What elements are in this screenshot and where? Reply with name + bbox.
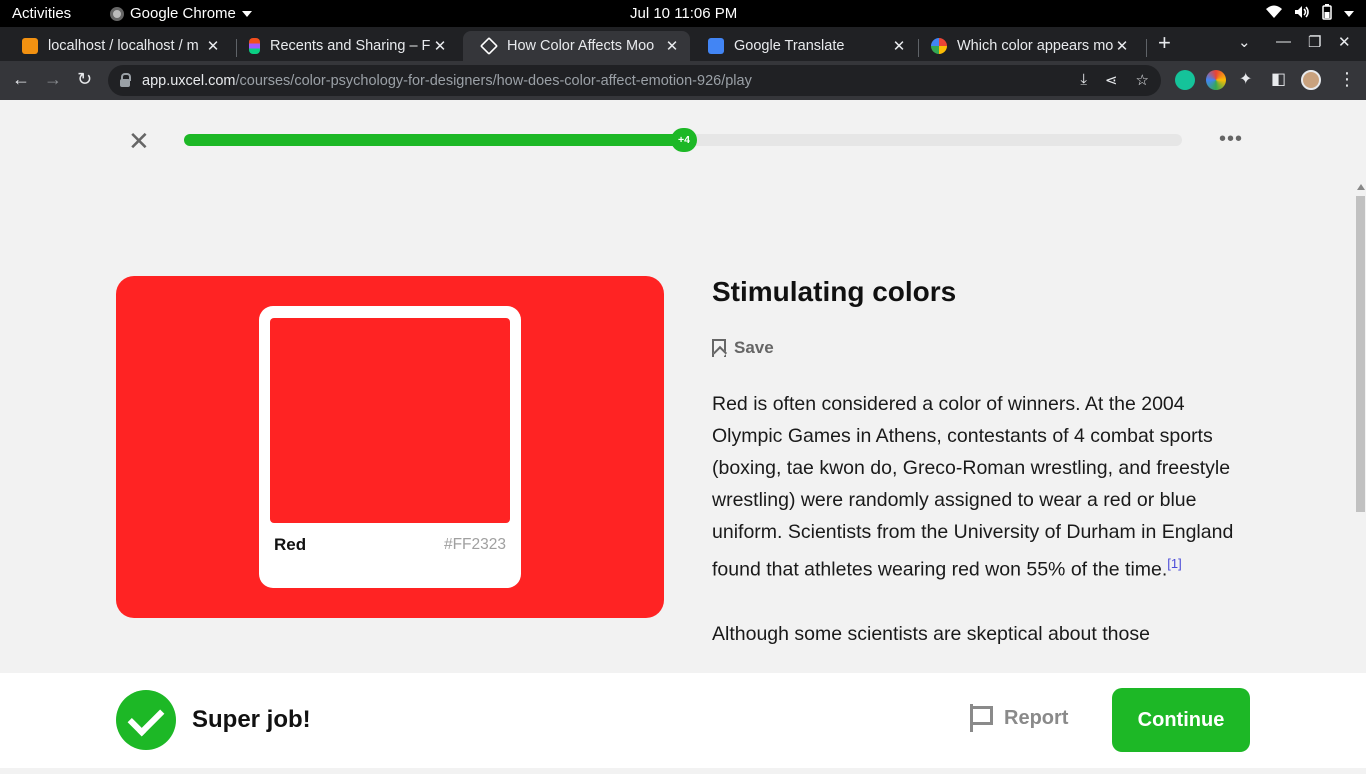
forward-arrow-icon[interactable]: →	[44, 69, 62, 90]
restore-icon[interactable]: ❐	[1308, 33, 1321, 51]
chrome-menu-icon[interactable]: ⋮	[1338, 69, 1356, 90]
google-icon	[931, 38, 947, 54]
footnote-link[interactable]: [1]	[1167, 556, 1181, 571]
tab-google-search[interactable]: Which color appears mo ✕	[913, 31, 1140, 61]
flag-icon	[970, 704, 993, 732]
feedback-message: Super job!	[192, 706, 311, 733]
close-lesson-icon[interactable]: ✕	[128, 128, 150, 154]
chrome-icon	[110, 6, 124, 21]
tab-title: How Color Affects Moo	[507, 38, 655, 54]
close-icon[interactable]: ✕	[891, 37, 907, 55]
url-host: app.uxcel.com	[142, 72, 236, 89]
color-picker-extension-icon[interactable]	[1206, 70, 1226, 90]
lesson-body: Red is often considered a color of winne…	[712, 388, 1252, 650]
swatch-hex-code: #FF2323	[443, 536, 506, 553]
reload-icon[interactable]: ↻	[77, 69, 92, 90]
chevron-down-icon	[1344, 11, 1354, 17]
chevron-down-icon	[241, 10, 252, 17]
feedback-bar: Super job! Report Continue	[0, 673, 1366, 768]
lesson-paragraph: Although some scientists are skeptical a…	[712, 622, 1150, 645]
report-button[interactable]: Report	[970, 704, 1068, 732]
battery-icon	[1322, 4, 1332, 24]
extensions-puzzle-icon[interactable]: ✦	[1239, 69, 1252, 89]
address-bar[interactable]: app.uxcel.com/courses/color-psychology-f…	[108, 65, 1161, 96]
tab-title: Recents and Sharing – F	[270, 38, 431, 54]
tab-localhost[interactable]: localhost / localhost / m ✕	[4, 31, 231, 61]
profile-avatar[interactable]	[1301, 70, 1321, 90]
more-options-icon[interactable]: •••	[1219, 128, 1243, 151]
system-top-bar: Activities Google Chrome Jul 10 11:06 PM	[0, 0, 1366, 27]
close-icon[interactable]: ✕	[1114, 37, 1130, 55]
close-icon[interactable]: ✕	[432, 37, 448, 55]
back-arrow-icon[interactable]: ←	[12, 69, 30, 90]
app-name: Google Chrome	[130, 5, 236, 22]
tab-divider	[1146, 39, 1147, 57]
lesson-title: Stimulating colors	[712, 276, 957, 307]
close-icon[interactable]: ✕	[205, 37, 221, 55]
bookmark-icon	[712, 339, 726, 357]
progress-points-badge: +4	[671, 128, 697, 152]
close-icon[interactable]: ✕	[664, 37, 680, 55]
activities-button[interactable]: Activities	[12, 5, 71, 22]
scroll-up-icon[interactable]	[1357, 184, 1365, 190]
color-hero-panel: Red #FF2323	[116, 276, 664, 618]
tab-search-icon[interactable]: ⌄	[1238, 33, 1251, 51]
swatch-color-block	[270, 318, 510, 523]
app-menu[interactable]: Google Chrome	[110, 5, 252, 22]
continue-button[interactable]: Continue	[1112, 688, 1250, 752]
checkmark-icon	[116, 690, 176, 750]
swatch-color-name: Red	[274, 535, 307, 554]
install-app-icon[interactable]: ⤓	[1080, 71, 1087, 89]
volume-icon	[1294, 5, 1310, 23]
window-close-icon[interactable]: ✕	[1338, 33, 1351, 51]
url-path: /courses/color-psychology-for-designers/…	[235, 72, 752, 89]
side-panel-icon[interactable]: ◧	[1271, 69, 1286, 89]
wifi-icon	[1266, 5, 1282, 23]
save-label: Save	[734, 338, 774, 357]
share-icon[interactable]: ⋖	[1105, 71, 1118, 89]
save-button[interactable]: Save	[712, 338, 774, 358]
browser-toolbar: ← → ↻ app.uxcel.com/courses/color-psycho…	[0, 61, 1366, 100]
tab-title: Which color appears mo	[957, 38, 1114, 54]
system-tray[interactable]	[1266, 4, 1354, 24]
tab-title: localhost / localhost / m	[48, 38, 199, 54]
lock-icon	[120, 72, 131, 87]
figma-icon	[249, 38, 260, 54]
tab-figma[interactable]: Recents and Sharing – F ✕	[231, 31, 458, 61]
tab-title: Google Translate	[734, 38, 845, 54]
google-translate-icon	[708, 38, 724, 54]
uxcel-cube-icon	[479, 36, 499, 56]
scrollbar-thumb[interactable]	[1356, 196, 1365, 512]
tab-google-translate[interactable]: Google Translate ✕	[690, 31, 917, 61]
clock[interactable]: Jul 10 11:06 PM	[630, 5, 737, 22]
lesson-paragraph: Red is often considered a color of winne…	[712, 388, 1252, 586]
minimize-icon[interactable]: —	[1276, 33, 1291, 50]
phpmyadmin-icon	[22, 38, 38, 54]
color-swatch-card: Red #FF2323	[259, 306, 521, 588]
new-tab-button[interactable]: +	[1158, 30, 1171, 56]
report-label: Report	[1004, 706, 1069, 729]
tab-uxcel[interactable]: How Color Affects Moo ✕	[463, 31, 690, 61]
paragraph-text: Red is often considered a color of winne…	[712, 393, 1234, 581]
grammarly-extension-icon[interactable]	[1175, 70, 1195, 90]
lesson-page: ✕ +4 ••• Red #FF2323 Stimulating colors …	[0, 100, 1366, 768]
bookmark-star-icon[interactable]: ☆	[1136, 71, 1149, 89]
progress-fill	[184, 134, 683, 146]
